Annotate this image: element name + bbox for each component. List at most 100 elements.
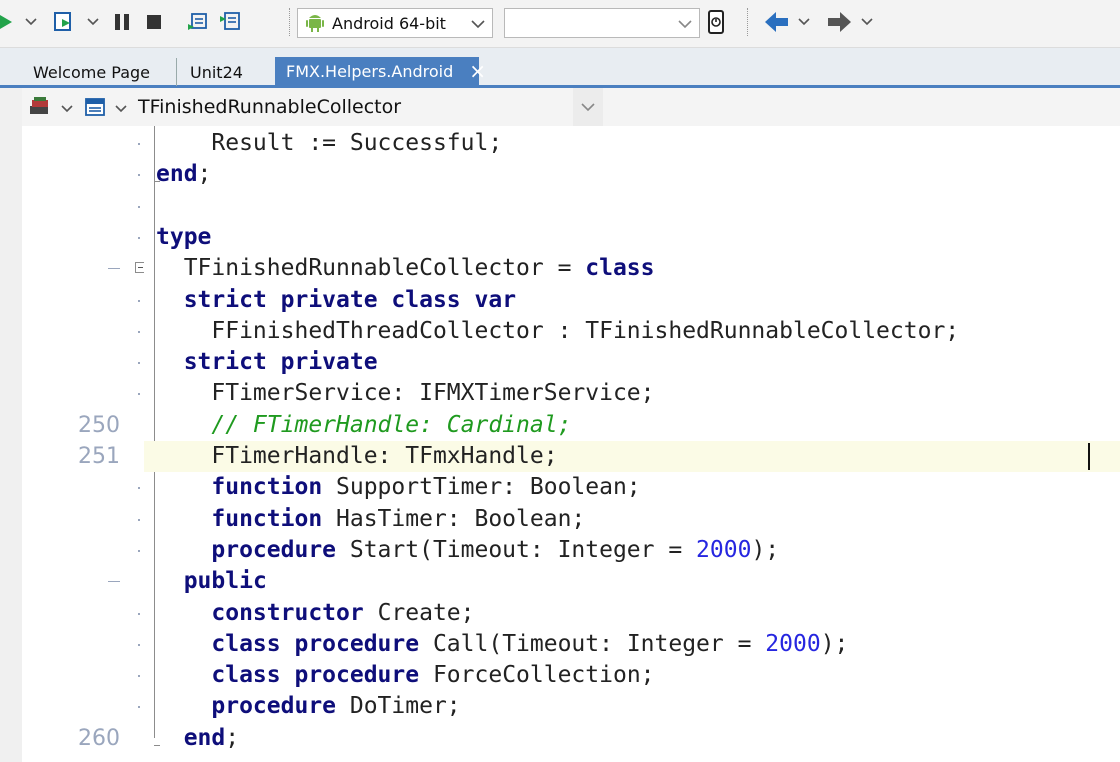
current-code-line[interactable]: FTimerHandle: TFmxHandle; [144, 441, 1120, 472]
code-text: FTimerHandle: TFmxHandle; [156, 443, 558, 469]
line-number: 260 [78, 725, 120, 751]
code-comment: // FTimerHandle: Cardinal; [211, 411, 572, 438]
code-keyword: class procedure [211, 662, 420, 689]
code-line[interactable]: procedure DoTimer; [144, 691, 1120, 722]
back-arrow-icon[interactable] [764, 9, 790, 35]
chevron-down-icon[interactable] [114, 100, 128, 119]
code-line[interactable]: strict private [144, 347, 1120, 378]
code-text: Create; [363, 599, 475, 626]
platform-label: Android 64-bit [332, 13, 446, 33]
device-icon[interactable] [706, 9, 726, 35]
chevron-down-icon[interactable] [797, 9, 811, 35]
code-line[interactable]: FTimerService: IFMXTimerService; [144, 378, 1120, 409]
code-editor[interactable]: Result := Successful; end; type TFinishedR… [144, 126, 1120, 762]
step-over-icon[interactable] [52, 9, 76, 35]
line-marker-dot [138, 549, 140, 552]
toolbar-separator [289, 8, 290, 36]
line-marker-dot [138, 518, 140, 521]
forward-arrow-icon[interactable] [826, 9, 852, 35]
symbol-combo[interactable]: TFinishedRunnableCollector [138, 88, 594, 126]
member-list-icon[interactable] [84, 96, 106, 122]
code-line[interactable]: strict private class var [144, 285, 1120, 316]
tab-welcome-page[interactable]: Welcome Page [22, 58, 177, 86]
line-marker-dash [108, 268, 120, 270]
code-line[interactable]: end; [144, 159, 1120, 190]
code-text: TFinishedRunnableCollector = [156, 255, 586, 282]
code-keyword: function [211, 474, 323, 501]
chevron-down-icon[interactable] [86, 9, 100, 35]
toolbar-separator [747, 8, 748, 36]
code-line[interactable]: procedure Start(Timeout: Integer = 2000)… [144, 535, 1120, 566]
code-text: Start(Timeout: Integer = [336, 536, 697, 563]
tab-label: Welcome Page [33, 62, 151, 82]
symbol-label: TFinishedRunnableCollector [138, 96, 402, 118]
android-icon [306, 13, 324, 33]
line-marker-dot [138, 205, 140, 208]
run-to-cursor-icon[interactable] [218, 9, 242, 35]
code-line[interactable]: function HasTimer: Boolean; [144, 504, 1120, 535]
code-text: DoTimer; [336, 693, 461, 720]
code-text: Call(Timeout: Integer = [419, 630, 766, 657]
code-line[interactable]: // FTimerHandle: Cardinal; [144, 410, 1120, 441]
code-keyword: function [211, 505, 323, 532]
line-number: 250 [78, 412, 120, 438]
code-line[interactable]: class procedure ForceCollection; [144, 660, 1120, 691]
code-line[interactable]: function SupportTimer: Boolean; [144, 472, 1120, 503]
code-line[interactable]: Result := Successful; [144, 128, 1120, 159]
chevron-down-icon[interactable] [24, 9, 38, 35]
code-line[interactable]: end; [144, 723, 1120, 754]
platform-selector[interactable]: Android 64-bit [297, 8, 493, 38]
code-text: ); [751, 536, 780, 563]
code-line[interactable]: public [144, 566, 1120, 597]
code-line[interactable] [144, 191, 1120, 222]
line-number-gutter[interactable]: 250 251 260 [22, 126, 146, 762]
configuration-selector[interactable] [504, 8, 700, 38]
line-marker-dot [138, 706, 140, 709]
line-marker-dot [138, 174, 140, 177]
debug-toolbar: Android 64-bit [0, 0, 1120, 48]
code-line[interactable]: constructor Create; [144, 598, 1120, 629]
close-icon[interactable]: × [469, 61, 486, 81]
code-text: HasTimer: Boolean; [322, 505, 586, 532]
tab-label: FMX.Helpers.Android [286, 61, 454, 81]
chevron-down-icon[interactable] [860, 9, 874, 35]
tab-label: Unit24 [190, 62, 243, 82]
line-marker-dot [138, 487, 140, 490]
code-text: Result := Successful; [156, 130, 503, 156]
code-line[interactable]: FFinishedThreadCollector : TFinishedRunn… [144, 316, 1120, 347]
code-text: FTimerService: IFMXTimerService; [156, 380, 655, 407]
text-caret [1088, 443, 1090, 470]
line-marker-dot [138, 143, 140, 145]
code-line[interactable]: TFinishedRunnableCollector = class [144, 253, 1120, 284]
code-keyword: end [156, 161, 198, 188]
code-keyword: end [183, 724, 226, 751]
stop-icon[interactable] [144, 9, 164, 35]
fold-end-marker [154, 181, 160, 183]
code-keyword: strict private [183, 349, 378, 376]
left-dock-strip [0, 88, 23, 762]
run-icon[interactable] [0, 9, 14, 35]
line-marker-dot [138, 643, 140, 646]
code-text: ForceCollection; [419, 662, 655, 689]
class-browser-icon[interactable] [28, 96, 52, 122]
tab-fmx-helpers-android[interactable]: FMX.Helpers.Android × [275, 57, 486, 85]
chevron-down-icon[interactable] [573, 88, 603, 126]
chevron-down-icon[interactable] [60, 100, 74, 119]
show-exec-point-icon[interactable] [186, 9, 210, 35]
chevron-down-icon [677, 16, 693, 35]
pause-icon[interactable] [112, 9, 132, 35]
code-navigation-bar: TFinishedRunnableCollector [22, 88, 1120, 127]
tab-unit24[interactable]: Unit24 [178, 58, 274, 86]
code-keyword: class procedure [211, 630, 420, 657]
line-marker-dot [138, 299, 140, 302]
line-marker-dot [138, 612, 140, 615]
code-line[interactable]: class procedure Call(Timeout: Integer = … [144, 629, 1120, 660]
code-line[interactable]: type [144, 222, 1120, 253]
